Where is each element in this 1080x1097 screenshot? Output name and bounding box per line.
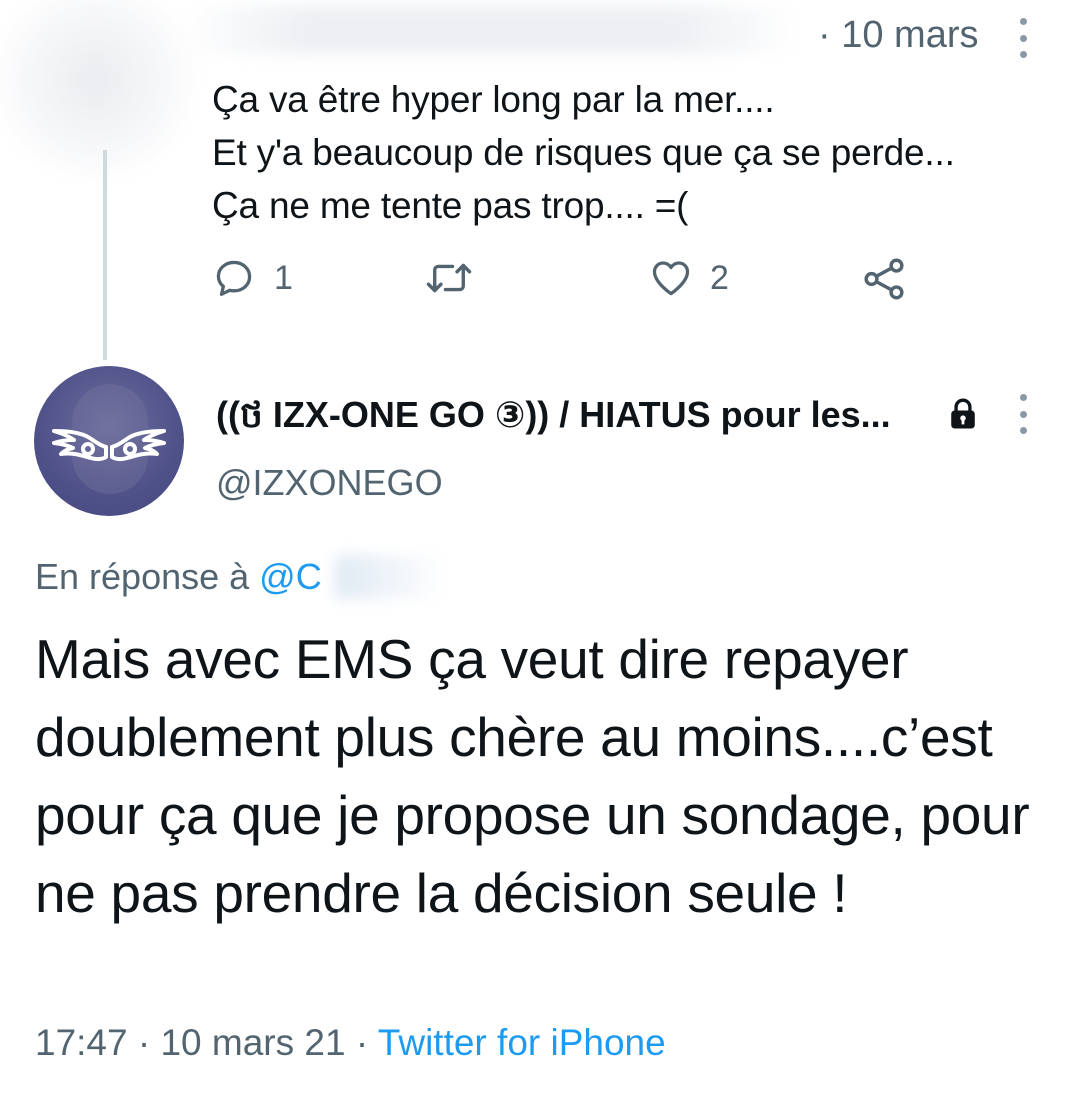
more-vertical-icon[interactable] [1018, 18, 1028, 58]
like-count: 2 [710, 258, 729, 297]
blurred-mention [335, 555, 445, 599]
heart-icon [652, 261, 690, 296]
share-button[interactable] [860, 256, 908, 302]
avatar-wings-icon [52, 429, 166, 462]
blurred-avatar [0, 0, 200, 180]
share-icon [864, 258, 904, 300]
blurred-author-name [180, 6, 800, 54]
thread-connector-line [103, 150, 107, 360]
lock-icon [951, 398, 975, 429]
reply-icon [216, 260, 252, 296]
user-handle[interactable]: @IZXONEGO [216, 462, 443, 504]
avatar[interactable] [34, 366, 184, 516]
previous-tweet-time[interactable]: · 10 mars [818, 14, 978, 57]
tweet-timestamp[interactable]: 17:47 · 10 mars 21 · [35, 1022, 368, 1063]
reply-mention-link[interactable]: @C [259, 556, 322, 598]
previous-tweet-text: Ça va être hyper long par la mer.... Et … [212, 79, 955, 226]
reply-context: En réponse à @C [35, 556, 322, 598]
display-name[interactable]: ((ថ IZX-ONE GO ③)) / HIATUS pour les... [216, 392, 891, 445]
reply-count: 1 [274, 258, 293, 297]
reply-button[interactable]: 1 [212, 256, 293, 300]
tweet-source-link[interactable]: Twitter for iPhone [378, 1022, 666, 1063]
reply-prefix: En réponse à [35, 556, 250, 597]
retweet-icon [426, 263, 472, 293]
like-button[interactable]: 2 [648, 256, 729, 300]
more-vertical-icon[interactable] [1018, 394, 1028, 434]
retweet-button[interactable] [424, 256, 474, 300]
tweet-text: Mais avec EMS ça veut dire repayer doubl… [35, 628, 1030, 924]
tweet-metadata: 17:47 · 10 mars 21 · Twitter for iPhone [35, 1022, 666, 1064]
